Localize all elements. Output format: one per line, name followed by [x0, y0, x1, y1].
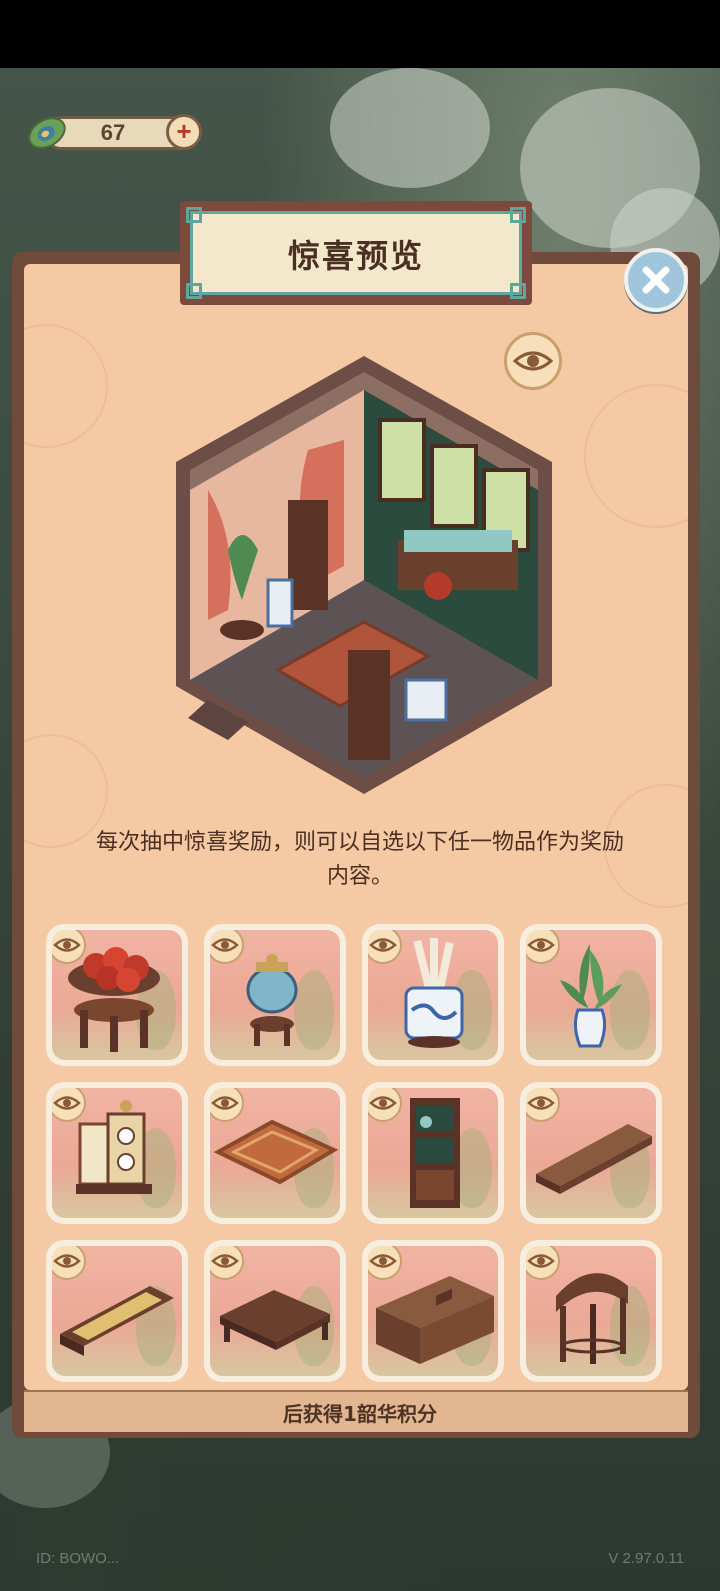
- close-button[interactable]: [624, 248, 688, 312]
- reward-description: 每次抽中惊喜奖励，则可以自选以下任一物品作为奖励内容。: [96, 830, 625, 889]
- card-background: [210, 1088, 340, 1218]
- card-background: [368, 930, 498, 1060]
- item-card-fruit-table[interactable]: [46, 924, 188, 1066]
- close-icon: [642, 266, 670, 294]
- dialog-title: 惊喜预览: [287, 237, 424, 275]
- item-card-censer[interactable]: [204, 924, 346, 1066]
- item-card-scroll-vase[interactable]: [362, 924, 504, 1066]
- eye-icon[interactable]: [526, 1246, 560, 1280]
- eye-icon[interactable]: [526, 930, 560, 964]
- bottom-info-bar: ID: BOWO... V 2.97.0.11: [0, 1546, 720, 1576]
- currency-counter: 67 +: [26, 112, 202, 154]
- eye-icon[interactable]: [210, 930, 244, 964]
- status-bar: [0, 0, 720, 68]
- card-background: [368, 1088, 498, 1218]
- title-plaque: 惊喜预览: [180, 201, 532, 305]
- player-id: ID: BOWO...: [36, 1550, 120, 1567]
- card-background: [526, 930, 656, 1060]
- card-background: [210, 930, 340, 1060]
- card-background: [52, 930, 182, 1060]
- card-background: [52, 1246, 182, 1376]
- corner-ornament: [510, 283, 526, 299]
- reward-points-text: 后获得1韶华积分: [283, 1402, 437, 1426]
- corner-ornament: [186, 283, 202, 299]
- currency-amount: 67: [100, 120, 126, 145]
- eye-icon[interactable]: [52, 1246, 86, 1280]
- eye-icon[interactable]: [368, 930, 402, 964]
- room-preview-illustration: [168, 350, 560, 800]
- item-card-plant-vase[interactable]: [520, 924, 662, 1066]
- reward-item-grid: [46, 924, 666, 1384]
- item-card-rug[interactable]: [204, 1082, 346, 1224]
- item-card-square-table[interactable]: [204, 1240, 346, 1382]
- item-card-display-shelf[interactable]: [362, 1082, 504, 1224]
- eye-icon[interactable]: [210, 1088, 244, 1122]
- eye-icon[interactable]: [368, 1088, 402, 1122]
- card-background: [368, 1246, 498, 1376]
- card-background: [526, 1246, 656, 1376]
- version-label: V 2.97.0.11: [608, 1550, 684, 1567]
- card-background: [210, 1246, 340, 1376]
- corner-ornament: [186, 207, 202, 223]
- item-card-cushion-bench[interactable]: [46, 1240, 188, 1382]
- item-card-long-bench[interactable]: [520, 1082, 662, 1224]
- peacock-feather-icon: [26, 112, 68, 154]
- card-background: [52, 1088, 182, 1218]
- item-card-cabinet[interactable]: [362, 1240, 504, 1382]
- item-card-clock-screen[interactable]: [46, 1082, 188, 1224]
- corner-ornament: [510, 207, 526, 223]
- eye-icon[interactable]: [210, 1246, 244, 1280]
- eye-icon[interactable]: [52, 930, 86, 964]
- item-card-half-table[interactable]: [520, 1240, 662, 1382]
- eye-icon[interactable]: [52, 1088, 86, 1122]
- plus-icon[interactable]: +: [166, 114, 202, 150]
- eye-icon[interactable]: [526, 1088, 560, 1122]
- eye-icon[interactable]: [368, 1246, 402, 1280]
- card-background: [526, 1088, 656, 1218]
